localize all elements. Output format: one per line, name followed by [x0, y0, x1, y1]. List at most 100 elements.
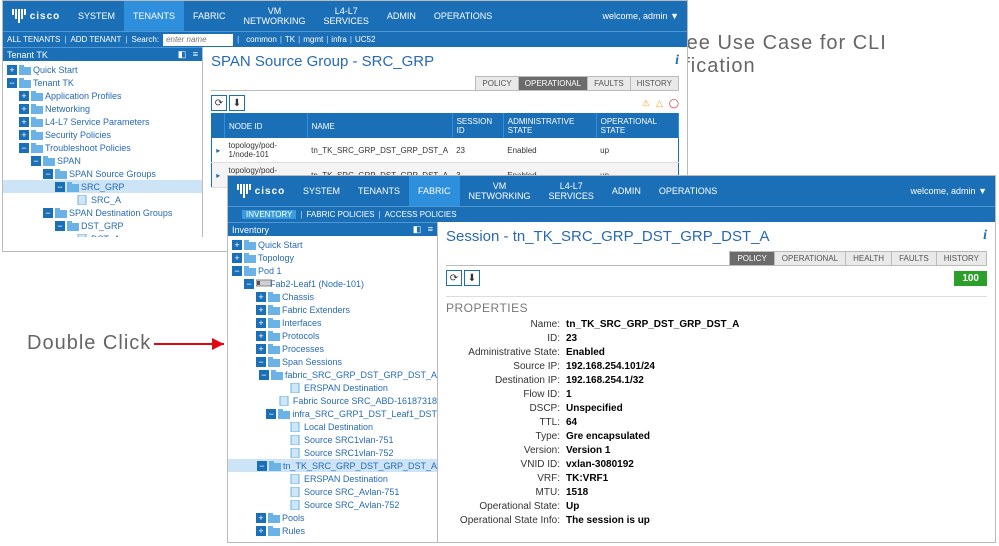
list-icon[interactable]: ≡ [193, 49, 198, 59]
tree-item[interactable]: fabric_SRC_GRP_DST_GRP_DST_A [228, 368, 437, 381]
tree-item[interactable]: L4-L7 Service Parameters [3, 115, 202, 128]
nav-tenants[interactable]: TENANTS [124, 1, 184, 31]
expand-icon[interactable] [256, 292, 266, 302]
nav-tenants[interactable]: TENANTS [349, 176, 409, 206]
welcome-text[interactable]: welcome, admin ▼ [595, 1, 687, 31]
tree-item[interactable]: SRC_A [3, 193, 202, 206]
breadcrumb-item[interactable]: UC52 [352, 35, 378, 44]
tab-health[interactable]: HEALTH [845, 251, 892, 265]
tab-policy[interactable]: POLICY [475, 76, 518, 90]
tree-item[interactable]: Fabric Extenders [228, 303, 437, 316]
tree-item[interactable]: Quick Start [228, 238, 437, 251]
nav-system[interactable]: SYSTEM [294, 176, 349, 206]
tree-item[interactable]: Fab2-Leaf1 (Node-101) [228, 277, 437, 290]
expand-icon[interactable] [19, 117, 29, 127]
expand-icon[interactable] [256, 331, 266, 341]
window-icon[interactable]: ◧ [178, 49, 187, 59]
tree-item[interactable]: Security Policies [3, 128, 202, 141]
info-icon[interactable]: i [675, 53, 679, 69]
col-header[interactable]: OPERATIONAL STATE [596, 114, 678, 139]
tree-item[interactable]: Quick Start [3, 63, 202, 76]
collapse-icon[interactable] [43, 169, 53, 179]
nav-vm[interactable]: VMNETWORKING [235, 1, 315, 31]
nav-operations[interactable]: OPERATIONS [650, 176, 726, 206]
tree-item[interactable]: Chassis [228, 290, 437, 303]
breadcrumb-item[interactable]: TK [282, 35, 298, 44]
expand-icon[interactable] [19, 91, 29, 101]
tree-item[interactable]: SRC_GRP [3, 180, 202, 193]
tree-item[interactable]: Local Destination [228, 420, 437, 433]
tree-item[interactable]: SPAN Destination Groups [3, 206, 202, 219]
tree-item[interactable]: Source SRC_Avlan-752 [228, 498, 437, 511]
tree-item[interactable]: Span Sessions [228, 355, 437, 368]
collapse-icon[interactable] [257, 461, 267, 471]
add-tenant-link[interactable]: ADD TENANT [70, 35, 121, 44]
search-input[interactable] [163, 34, 233, 46]
table-row[interactable]: ▸topology/pod-1/node-101tn_TK_SRC_GRP_DS… [212, 138, 679, 163]
col-header[interactable]: SESSION ID [452, 114, 503, 139]
col-header[interactable]: NAME [307, 114, 452, 139]
nav-fabric[interactable]: FABRIC [184, 1, 235, 31]
collapse-icon[interactable] [55, 182, 65, 192]
tab-operational[interactable]: OPERATIONAL [518, 76, 588, 90]
tab-faults[interactable]: FAULTS [891, 251, 937, 265]
nav-admin[interactable]: ADMIN [378, 1, 425, 31]
download-icon[interactable]: ⬇ [229, 95, 245, 111]
expand-icon[interactable] [256, 305, 266, 315]
tree-item[interactable]: SPAN Source Groups [3, 167, 202, 180]
expand-icon[interactable] [19, 130, 29, 140]
collapse-icon[interactable] [31, 156, 41, 166]
tree-item[interactable]: Pools [228, 511, 437, 524]
nav-l4-l7[interactable]: L4-L7SERVICES [540, 176, 603, 206]
expand-icon[interactable] [232, 240, 242, 250]
window-icon[interactable]: ◧ [413, 224, 422, 234]
collapse-icon[interactable] [266, 409, 276, 419]
tree-item[interactable]: Pod 1 [228, 264, 437, 277]
collapse-icon[interactable] [43, 208, 53, 218]
tree-item[interactable]: Topology [228, 251, 437, 264]
nav-system[interactable]: SYSTEM [69, 1, 124, 31]
nav-l4-l7[interactable]: L4-L7SERVICES [315, 1, 378, 31]
tree-item[interactable]: SPAN [3, 154, 202, 167]
nav-admin[interactable]: ADMIN [603, 176, 650, 206]
expand-icon[interactable] [7, 65, 17, 75]
tree-item[interactable]: Networking [3, 102, 202, 115]
collapse-icon[interactable] [7, 78, 17, 88]
tree-item[interactable]: Fabric Source SRC_ABD-16187318 [228, 394, 437, 407]
nav-fabric[interactable]: FABRIC [409, 176, 460, 206]
tab-policy[interactable]: POLICY [729, 251, 774, 265]
nav-vm[interactable]: VMNETWORKING [460, 176, 540, 206]
all-tenants-link[interactable]: ALL TENANTS [7, 35, 60, 44]
tree-item[interactable]: infra_SRC_GRP1_DST_Leaf1_DST [228, 407, 437, 420]
welcome-text[interactable]: welcome, admin ▼ [903, 176, 995, 206]
tree-item[interactable]: Source SRC1vlan-752 [228, 446, 437, 459]
expand-icon[interactable] [256, 318, 266, 328]
breadcrumb-item[interactable]: mgmt [300, 35, 326, 44]
subnav-fabric-policies[interactable]: FABRIC POLICIES [306, 210, 374, 219]
collapse-icon[interactable] [55, 221, 65, 231]
tree-item[interactable]: Troubleshoot Policies [3, 141, 202, 154]
tree-item[interactable]: Processes [228, 342, 437, 355]
expand-icon[interactable] [19, 104, 29, 114]
subnav-access-policies[interactable]: ACCESS POLICIES [385, 210, 457, 219]
collapse-icon[interactable] [232, 266, 242, 276]
tab-history[interactable]: HISTORY [936, 251, 987, 265]
tab-history[interactable]: HISTORY [630, 76, 679, 90]
expand-icon[interactable] [256, 513, 266, 523]
nav-operations[interactable]: OPERATIONS [425, 1, 501, 31]
tab-faults[interactable]: FAULTS [587, 76, 631, 90]
breadcrumb-item[interactable]: infra [328, 35, 350, 44]
tree-item[interactable]: Source SRC_Avlan-751 [228, 485, 437, 498]
collapse-icon[interactable] [19, 143, 29, 153]
refresh-icon[interactable]: ⟳ [446, 270, 462, 286]
col-header[interactable]: ADMINISTRATIVE STATE [503, 114, 596, 139]
tree-item[interactable]: tn_TK_SRC_GRP_DST_GRP_DST_A [228, 459, 437, 472]
tree-item[interactable]: DST_GRP [3, 219, 202, 232]
subnav-inventory[interactable]: INVENTORY [242, 210, 296, 219]
tree-item[interactable]: Protocols [228, 329, 437, 342]
tree-item[interactable]: ERSPAN Destination [228, 472, 437, 485]
info-icon[interactable]: i [983, 228, 987, 244]
col-header[interactable]: NODE ID [225, 114, 308, 139]
tree-item[interactable]: ERSPAN Destination [228, 381, 437, 394]
tree-item[interactable]: Interfaces [228, 316, 437, 329]
